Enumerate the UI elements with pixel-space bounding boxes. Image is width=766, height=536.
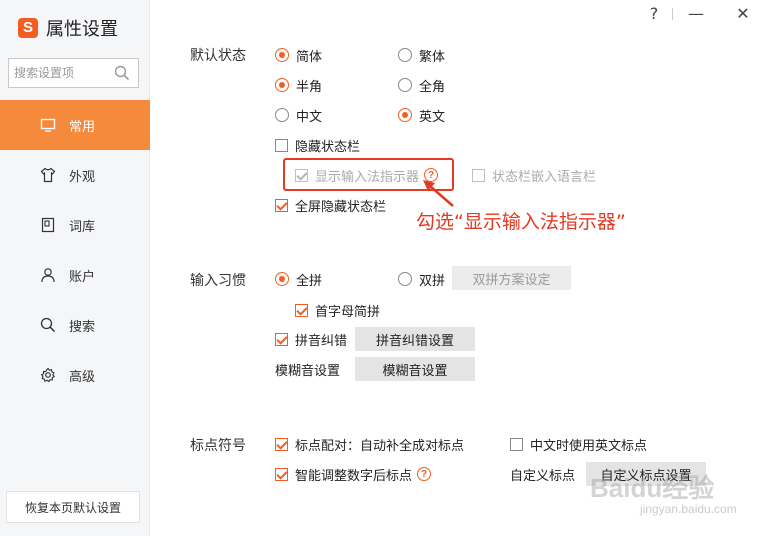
option-label: 全拼 <box>296 273 323 289</box>
checkbox-indicator[interactable] <box>275 437 288 451</box>
option-label: 双拼 <box>419 273 446 289</box>
option-label: 全屏隐藏状态栏 <box>295 199 387 215</box>
option-label: 繁体 <box>419 49 446 65</box>
search-input[interactable] <box>14 60 114 86</box>
checkbox-indicator[interactable] <box>275 467 288 481</box>
nav-item-account[interactable]: 账户 <box>0 250 150 300</box>
radio-halfwidth[interactable]: 半角 <box>275 76 323 95</box>
fuzzy-sound-settings-button[interactable]: 模糊音设置 <box>355 357 475 381</box>
radio-indicator[interactable] <box>275 48 289 62</box>
radio-indicator[interactable] <box>275 272 289 286</box>
minimize-button[interactable]: — <box>682 0 710 26</box>
shuangpin-scheme-button[interactable]: 双拼方案设定 <box>452 266 571 290</box>
user-icon <box>41 268 55 283</box>
help-button[interactable]: ? <box>640 0 668 26</box>
fuzzy-sound-label: 模糊音设置 <box>275 360 341 379</box>
sogou-logo-icon: S <box>18 18 38 38</box>
annotation-text: 勾选“显示输入法指示器” <box>416 211 626 233</box>
radio-indicator[interactable] <box>275 78 289 92</box>
checkbox-punct-pairing[interactable]: 标点配对：自动补全成对标点 <box>275 435 465 454</box>
nav-item-search[interactable]: 搜索 <box>0 300 150 350</box>
nav-label: 搜索 <box>69 319 96 335</box>
option-label: 简体 <box>296 49 323 65</box>
option-label: 隐藏状态栏 <box>295 139 361 155</box>
nav-label: 词库 <box>69 219 96 235</box>
watermark-logo: Baidu经验 <box>590 473 715 503</box>
close-button[interactable]: ✕ <box>729 0 757 26</box>
radio-traditional[interactable]: 繁体 <box>398 46 446 65</box>
nav-item-appearance[interactable]: 外观 <box>0 150 150 200</box>
radio-indicator[interactable] <box>398 272 412 286</box>
radio-quanpin[interactable]: 全拼 <box>275 270 323 289</box>
checkbox-english-punct[interactable]: 中文时使用英文标点 <box>510 435 648 454</box>
radio-indicator[interactable] <box>398 108 412 122</box>
nav-label: 常用 <box>69 119 96 135</box>
nav-label: 外观 <box>69 169 96 185</box>
checkbox-indicator[interactable] <box>295 303 308 317</box>
option-label: 中文 <box>296 109 323 125</box>
sidebar: S 属性设置 常用 外观 词库 账户 搜索 高级 恢复本页默认设置 <box>0 0 150 536</box>
section-label-input-habit: 输入习惯 <box>190 273 246 289</box>
section-label-default-status: 默认状态 <box>190 48 246 64</box>
option-label: 智能调整数字后标点 <box>295 468 413 484</box>
reset-defaults-button[interactable]: 恢复本页默认设置 <box>6 491 140 523</box>
pinyin-correction-settings-button[interactable]: 拼音纠错设置 <box>355 327 475 351</box>
checkbox-indicator[interactable] <box>472 168 485 182</box>
nav-item-common[interactable]: 常用 <box>0 100 150 150</box>
watermark-url: jingyan.baidu.com <box>640 502 737 516</box>
search-box[interactable] <box>8 58 139 88</box>
book-icon <box>41 217 55 233</box>
radio-simplified[interactable]: 简体 <box>275 46 323 65</box>
search-icon <box>40 317 56 333</box>
checkbox-indicator[interactable] <box>275 138 288 152</box>
nav-label: 高级 <box>69 369 96 385</box>
radio-indicator[interactable] <box>275 108 289 122</box>
app-title: 属性设置 <box>46 19 118 40</box>
title-separator <box>672 8 673 20</box>
checkbox-hide-statusbar[interactable]: 隐藏状态栏 <box>275 136 361 155</box>
option-label: 半角 <box>296 79 323 95</box>
help-circle-icon[interactable]: ? <box>417 467 432 481</box>
checkbox-initials[interactable]: 首字母简拼 <box>295 301 381 320</box>
nav-item-advanced[interactable]: 高级 <box>0 350 150 400</box>
checkbox-indicator[interactable] <box>275 198 288 212</box>
checkbox-smart-digits[interactable]: 智能调整数字后标点? <box>275 465 432 484</box>
nav-label: 账户 <box>69 269 96 285</box>
search-icon[interactable] <box>114 65 130 81</box>
nav-item-dictionary[interactable]: 词库 <box>0 200 150 250</box>
option-label: 英文 <box>419 109 446 125</box>
custom-punct-label: 自定义标点 <box>510 465 576 484</box>
option-label: 首字母简拼 <box>315 304 381 320</box>
option-label: 中文时使用英文标点 <box>530 438 648 454</box>
radio-indicator[interactable] <box>398 78 412 92</box>
radio-chinese[interactable]: 中文 <box>275 106 323 125</box>
checkbox-pinyin-correction[interactable]: 拼音纠错 <box>275 330 348 349</box>
gear-icon <box>40 367 56 383</box>
radio-fullwidth[interactable]: 全角 <box>398 76 446 95</box>
section-label-punctuation: 标点符号 <box>190 438 246 454</box>
option-label: 全角 <box>419 79 446 95</box>
checkbox-embed-langbar[interactable]: 状态栏嵌入语言栏 <box>472 166 597 185</box>
option-label: 模糊音设置 <box>275 363 341 379</box>
checkbox-fullscreen-hide[interactable]: 全屏隐藏状态栏 <box>275 196 387 215</box>
radio-indicator[interactable] <box>398 48 412 62</box>
radio-shuangpin[interactable]: 双拼 <box>398 270 446 289</box>
option-label: 标点配对：自动补全成对标点 <box>295 438 465 454</box>
checkbox-indicator[interactable] <box>510 437 523 451</box>
option-label: 自定义标点 <box>510 468 576 484</box>
app-header: S 属性设置 <box>18 16 118 40</box>
shirt-icon <box>40 167 56 183</box>
annotation-arrow-icon <box>423 180 454 207</box>
option-label: 状态栏嵌入语言栏 <box>492 169 597 185</box>
option-label: 拼音纠错 <box>295 333 348 349</box>
radio-english[interactable]: 英文 <box>398 106 446 125</box>
monitor-icon <box>40 118 56 132</box>
checkbox-indicator[interactable] <box>275 332 288 346</box>
